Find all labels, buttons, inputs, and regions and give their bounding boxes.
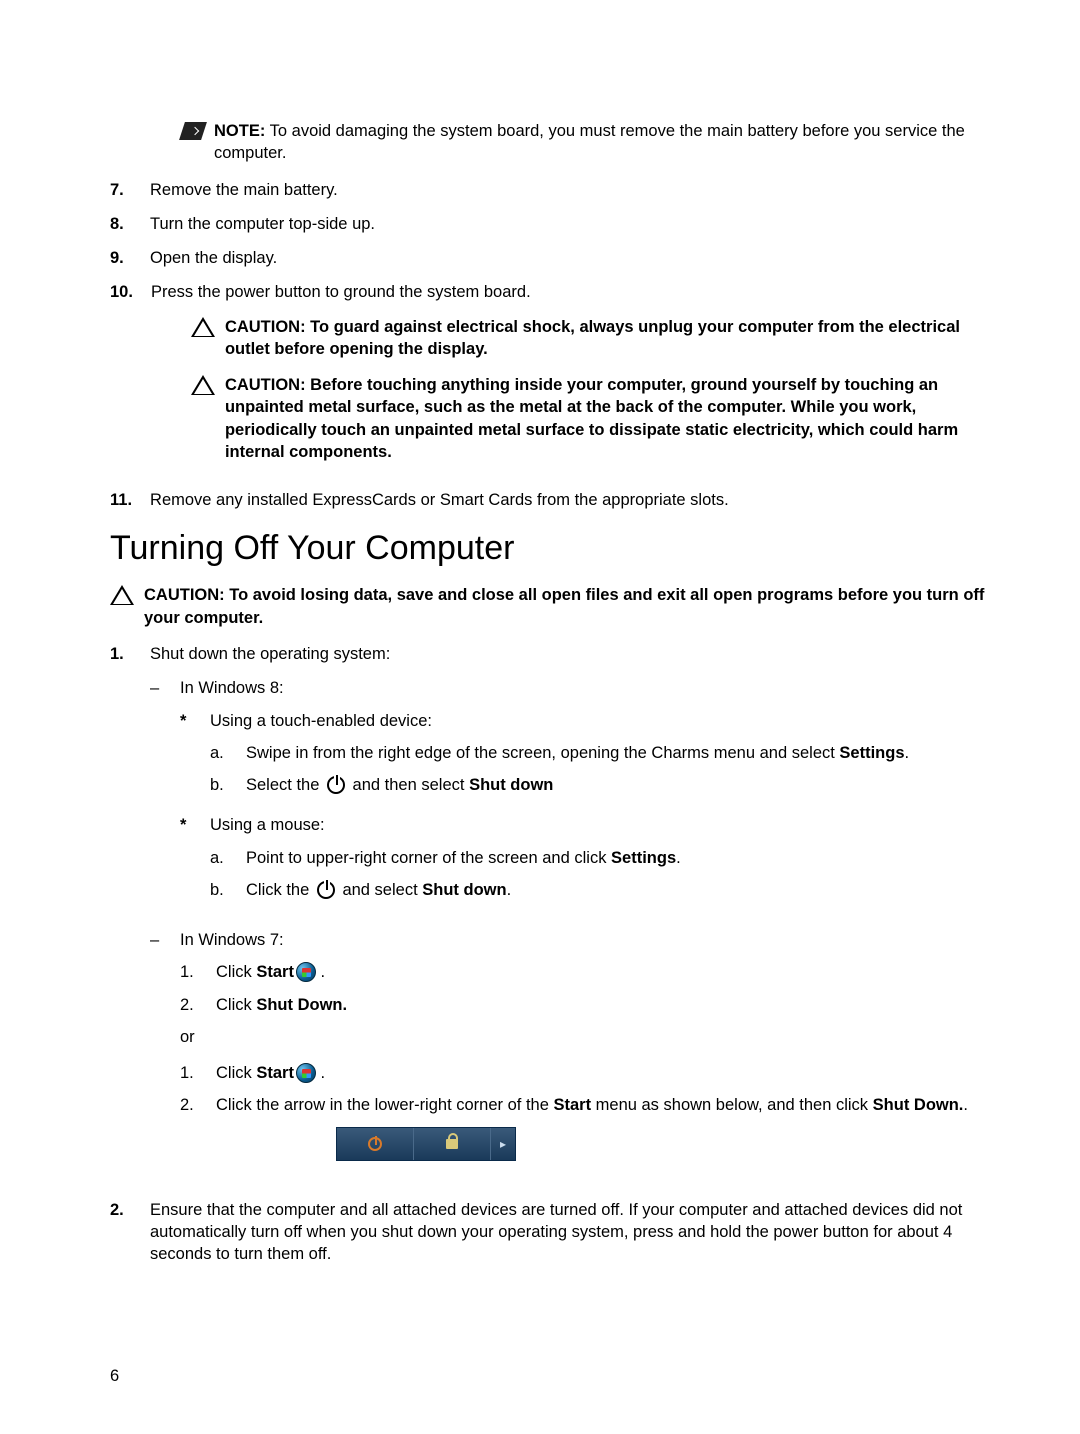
note-block: NOTE: To avoid damaging the system board…: [182, 120, 1000, 165]
touch-steps: a. Swipe in from the right edge of the s…: [210, 742, 1000, 797]
step-text: Press the power button to ground the sys…: [151, 281, 1000, 303]
step-num: 8.: [110, 213, 132, 235]
step-10: 10. Press the power button to ground the…: [110, 281, 1000, 477]
windows-8-item: In Windows 8: Using a touch-enabled devi…: [150, 677, 1000, 919]
note-icon: [179, 122, 207, 140]
step-text: Shut down the operating system:: [150, 643, 1000, 665]
step-text: Remove any installed ExpressCards or Sma…: [150, 489, 1000, 511]
shutdown-step-1: 1. Shut down the operating system: In Wi…: [110, 643, 1000, 1181]
caution-block-2: CAUTION: Before touching anything inside…: [191, 374, 1000, 463]
settings-bold: Settings: [839, 744, 904, 762]
text: Click: [216, 996, 256, 1014]
shutdown-bold: Shut down: [469, 776, 553, 794]
text: Click: [216, 1064, 256, 1082]
win7-step-2: 2. Click Shut Down.: [180, 994, 1000, 1016]
windows-7-item: In Windows 7: 1. Click Start . 2.: [150, 929, 1000, 1171]
text: and select: [338, 881, 422, 899]
power-icon: [327, 776, 345, 794]
note-label: NOTE:: [214, 122, 265, 140]
caution-text: CAUTION: To avoid losing data, save and …: [144, 584, 1000, 629]
touch-step-a: a. Swipe in from the right edge of the s…: [210, 742, 1000, 764]
start-orb-icon: [296, 1063, 316, 1083]
step-text: Ensure that the computer and all attache…: [150, 1199, 1000, 1266]
step-11: 11. Remove any installed ExpressCards or…: [110, 489, 1000, 511]
mouse-step-b: b. Click the and select Shut down.: [210, 879, 1000, 901]
or-text: or: [180, 1026, 1000, 1048]
touch-step-b: b. Select the and then select Shut down: [210, 774, 1000, 796]
power-segment: [337, 1128, 414, 1160]
step-8: 8. Turn the computer top-side up.: [110, 213, 1000, 235]
note-text: NOTE: To avoid damaging the system board…: [214, 120, 1000, 165]
start-orb-icon: [296, 962, 316, 982]
mouse-label: Using a mouse:: [210, 814, 1000, 836]
steps-7-10: 7. Remove the main battery. 8. Turn the …: [110, 179, 1000, 512]
win7-step-1: 1. Click Start .: [180, 961, 1000, 983]
win7b-step-1: 1. Click Start .: [180, 1062, 1000, 1084]
start-bold: Start: [553, 1096, 591, 1114]
power-icon: [317, 881, 335, 899]
section-heading: Turning Off Your Computer: [110, 529, 1000, 568]
page-number: 6: [110, 1367, 119, 1386]
step-9: 9. Open the display.: [110, 247, 1000, 269]
text: Click the arrow in the lower-right corne…: [216, 1096, 553, 1114]
text: menu as shown below, and then click: [591, 1096, 873, 1114]
text: Swipe in from the right edge of the scre…: [246, 744, 839, 762]
lock-segment: [414, 1128, 491, 1160]
text: and then select: [348, 776, 469, 794]
step-text: Turn the computer top-side up.: [150, 213, 1000, 235]
text: Point to upper-right corner of the scree…: [246, 849, 611, 867]
text: Select the: [246, 776, 324, 794]
caution-text: CAUTION: To guard against electrical sho…: [225, 316, 1000, 361]
win8-methods: Using a touch-enabled device: a. Swipe i…: [180, 710, 1000, 912]
shutdown-bold: Shut Down.: [256, 996, 347, 1014]
win7-label: In Windows 7:: [180, 929, 1000, 951]
step-7: 7. Remove the main battery.: [110, 179, 1000, 201]
win7b-step-2: 2. Click the arrow in the lower-right co…: [180, 1094, 1000, 1160]
shutdown-bold: Shut down: [422, 881, 506, 899]
text: Click: [216, 963, 256, 981]
win8-label: In Windows 8:: [180, 677, 1000, 699]
step-text: Remove the main battery.: [150, 179, 1000, 201]
touch-label: Using a touch-enabled device:: [210, 710, 1000, 732]
caution-icon: [191, 375, 215, 395]
shutdown-step-2: 2. Ensure that the computer and all atta…: [110, 1199, 1000, 1266]
touch-method: Using a touch-enabled device: a. Swipe i…: [180, 710, 1000, 807]
power-symbol-icon: [368, 1137, 382, 1151]
text: Click the: [246, 881, 314, 899]
start-bold: Start: [256, 1064, 294, 1082]
start-bold: Start: [256, 963, 294, 981]
arrow-segment: ▸: [491, 1128, 515, 1160]
step-num: 7.: [110, 179, 132, 201]
lock-icon: [446, 1139, 458, 1149]
caution-block-1: CAUTION: To guard against electrical sho…: [191, 316, 1000, 361]
win7-steps-a: 1. Click Start . 2. Click Shut Down.: [180, 961, 1000, 1016]
step-num: 9.: [110, 247, 132, 269]
step-num: 11.: [110, 489, 132, 511]
shutdown-bold: Shut Down.: [873, 1096, 964, 1114]
shutdown-steps: 1. Shut down the operating system: In Wi…: [110, 643, 1000, 1266]
step-num: 2.: [110, 1199, 132, 1266]
mouse-steps: a. Point to upper-right corner of the sc…: [210, 847, 1000, 902]
start-menu-image: ▸: [336, 1127, 516, 1161]
mouse-step-a: a. Point to upper-right corner of the sc…: [210, 847, 1000, 869]
settings-bold: Settings: [611, 849, 676, 867]
note-body: To avoid damaging the system board, you …: [214, 122, 965, 162]
win7-steps-b: 1. Click Start . 2. Click the arrow in t…: [180, 1062, 1000, 1161]
caution-block-3: CAUTION: To avoid losing data, save and …: [110, 584, 1000, 629]
step-text: Open the display.: [150, 247, 1000, 269]
mouse-method: Using a mouse: a. Point to upper-right c…: [180, 814, 1000, 911]
step-num: 10.: [110, 281, 133, 477]
os-list: In Windows 8: Using a touch-enabled devi…: [150, 677, 1000, 1170]
caution-text: CAUTION: Before touching anything inside…: [225, 374, 1000, 463]
caution-icon: [191, 317, 215, 337]
caution-icon: [110, 585, 134, 605]
step-num: 1.: [110, 643, 132, 1181]
